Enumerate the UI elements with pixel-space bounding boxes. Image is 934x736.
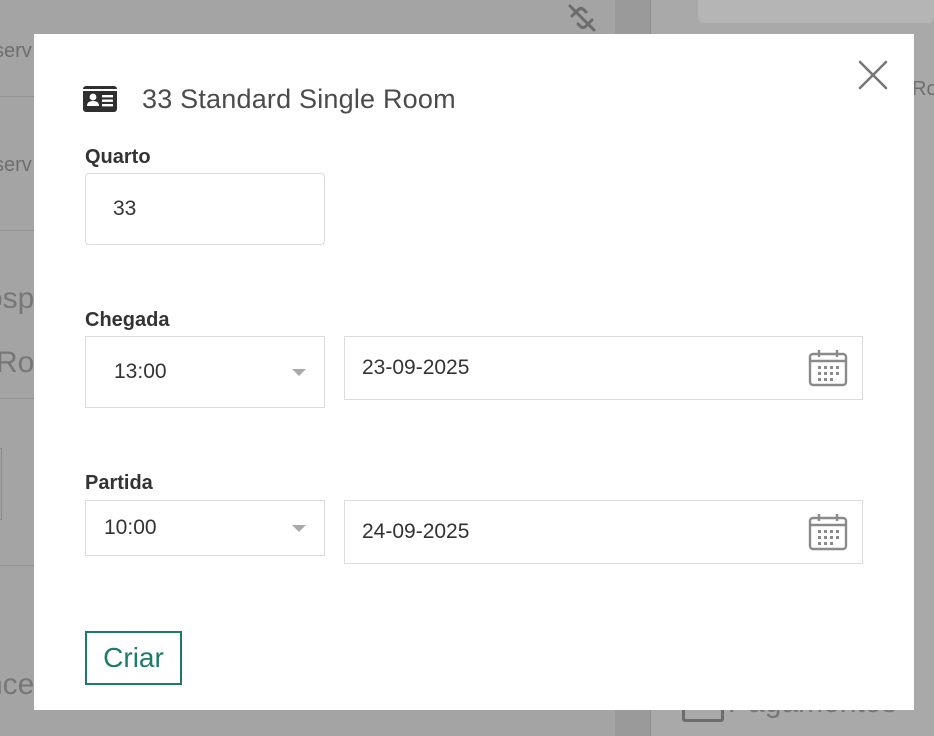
arrival-date-input[interactable]: 23-09-2025 [344, 336, 863, 400]
chevron-down-icon [292, 525, 306, 532]
departure-date-value: 24-09-2025 [362, 520, 470, 543]
arrival-date-value: 23-09-2025 [362, 356, 470, 379]
background-text: ósp [0, 282, 35, 315]
arrival-label: Chegada [85, 309, 170, 331]
close-icon[interactable] [858, 60, 888, 90]
calendar-icon[interactable] [808, 513, 848, 551]
id-card-icon [83, 86, 117, 112]
new-reservation-modal: 33 Standard Single Room Quarto 33 Chegad… [34, 34, 914, 710]
background-text: nce [0, 668, 35, 701]
room-input[interactable]: 33 [85, 173, 325, 245]
departure-label: Partida [85, 472, 153, 494]
calendar-icon[interactable] [808, 349, 848, 387]
arrival-time-value: 13:00 [114, 360, 167, 383]
background-box [0, 448, 2, 520]
departure-time-value: 10:00 [104, 516, 157, 539]
room-label: Quarto [85, 146, 151, 168]
modal-header: 33 Standard Single Room [83, 82, 456, 116]
chevron-down-icon [292, 369, 306, 376]
departure-date-input[interactable]: 24-09-2025 [344, 500, 863, 564]
create-button[interactable]: Criar [85, 631, 182, 685]
room-value: 33 [113, 197, 137, 220]
background-text: Roo [912, 78, 934, 100]
modal-title: 33 Standard Single Room [142, 83, 456, 114]
unlink-icon [568, 4, 596, 32]
background-input [698, 0, 934, 23]
arrival-time-select[interactable]: 13:00 [85, 336, 325, 408]
background-text: serv [0, 154, 32, 176]
departure-time-select[interactable]: 10:00 [85, 500, 325, 556]
background-text: serv [0, 40, 32, 62]
